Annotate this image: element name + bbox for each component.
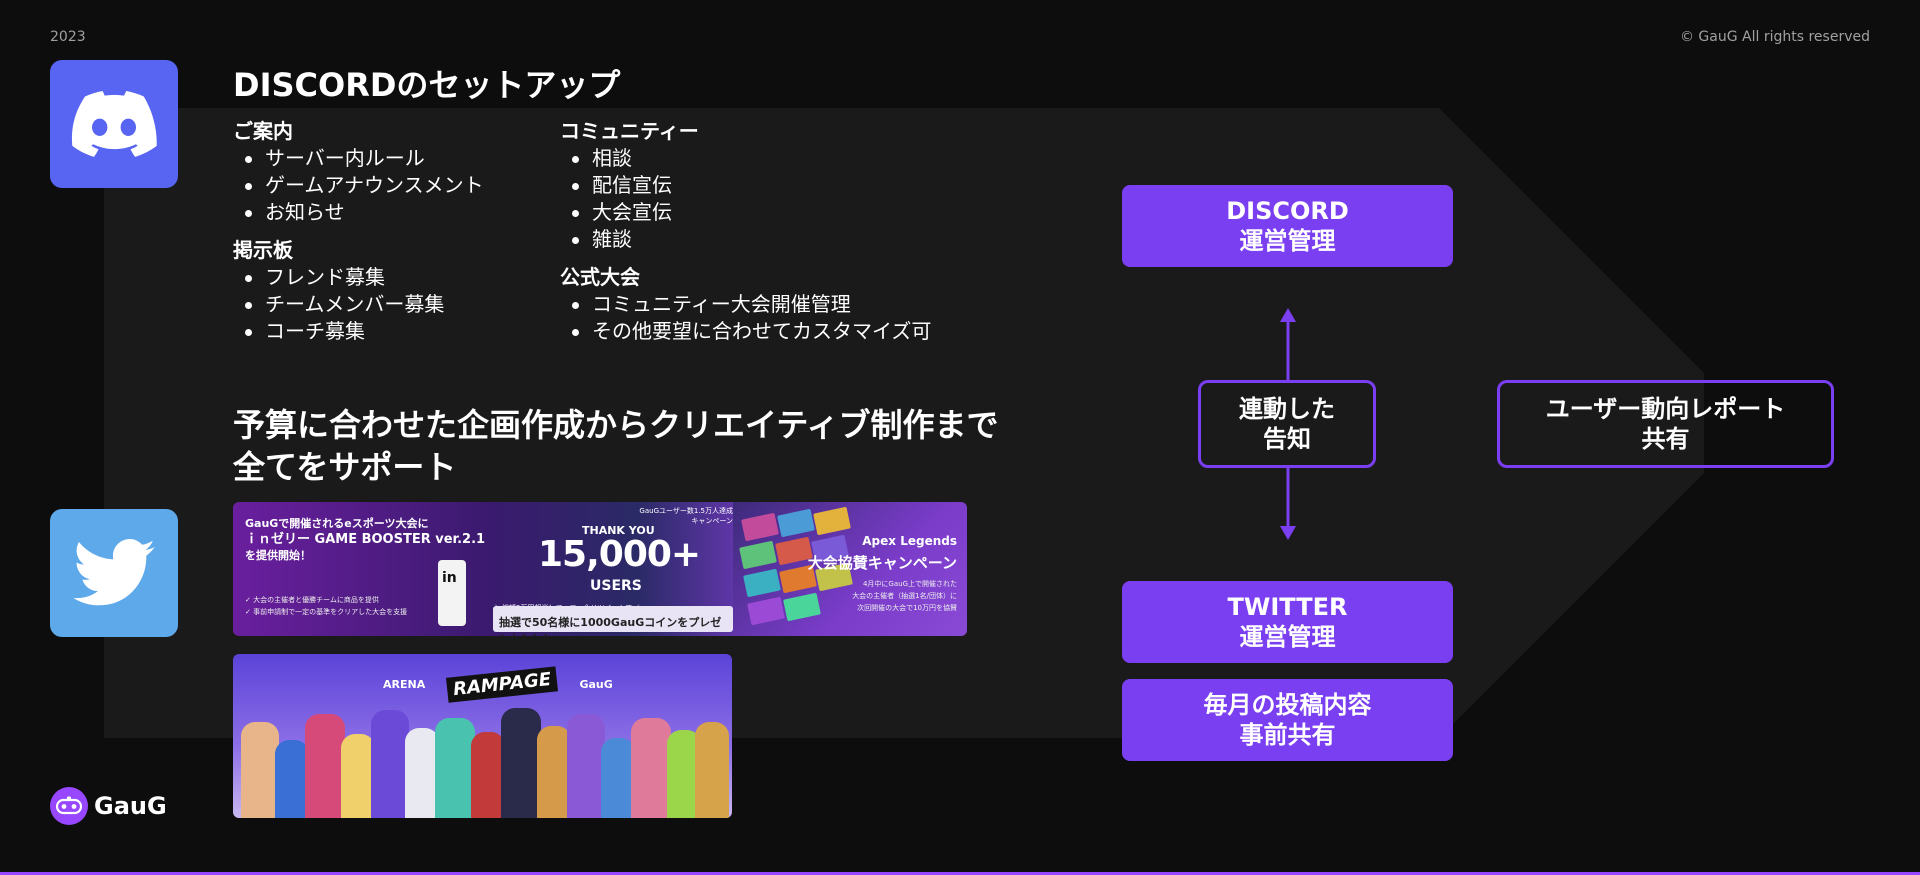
list-item: その他要望に合わせてカスタマイズ可	[560, 318, 931, 345]
list-item: チームメンバー募集	[233, 291, 484, 318]
character-lineup-image	[233, 698, 732, 818]
banner-checklist: ✓ 大会の主催者と優勝チームに商品を提供 ✓ 事前申請制で一定の基準をクリアした…	[245, 594, 407, 618]
controller-icon	[56, 796, 82, 815]
arrow-down-icon	[1280, 526, 1296, 540]
setup-column-right: コミュニティー 相談 配信宣伝 大会宣伝 雑談 公式大会 コミュニティー大会開催…	[560, 118, 931, 356]
banner-campaign-label: GauGユーザー数1.5万人達成 キャンペーン	[639, 507, 733, 525]
monthly-post-box: 毎月の投稿内容 事前共有	[1122, 679, 1453, 761]
list-item: 相談	[560, 145, 931, 172]
copyright-label: © GauG All rights reserved	[1679, 29, 1870, 45]
year-label: 2023	[50, 29, 86, 45]
banner-logos: ARENA RAMPAGE GauG	[383, 666, 613, 703]
list-item: 大会宣伝	[560, 199, 931, 226]
section-heading-guide: ご案内	[233, 119, 293, 143]
gaug-brand: GauG	[50, 787, 167, 825]
banner-line: ｉｎゼリー GAME BOOSTER ver.2.1	[245, 532, 486, 547]
jelly-label: in	[442, 570, 457, 586]
apex-note: 4月中にGauG上で開催された 大会の主催者（抽選1名/団体）に 次回開催の大会…	[852, 580, 957, 612]
banner-promo-text: 抽選で50名様に1000GauGコインをプレゼント！！！	[493, 606, 733, 636]
banner-check-item: ✓ 大会の主催者と優勝チームに商品を提供	[245, 596, 379, 604]
list-item: コーチ募集	[233, 318, 484, 345]
list-item: 雑談	[560, 226, 931, 253]
gaug-logo-icon	[50, 787, 88, 825]
section-heading-community: コミュニティー	[560, 119, 699, 143]
banner-check-item: ✓ 事前申請制で一定の基準をクリアした大会を支援	[245, 608, 408, 616]
list-item: サーバー内ルール	[233, 145, 484, 172]
list-item: 配信宣伝	[560, 172, 931, 199]
banner-jelly-text: GauGで開催されるeスポーツ大会に ｉｎゼリー GAME BOOSTER ve…	[245, 516, 485, 564]
list-item: ゲームアナウンスメント	[233, 172, 484, 199]
banner-users-label: USERS	[590, 578, 642, 594]
support-text: 予算に合わせた企画作成からクリエイティブ制作まで 全てをサポート	[233, 406, 999, 486]
section-heading-board: 掲示板	[233, 238, 293, 262]
rampage-banner: ARENA RAMPAGE GauG	[233, 654, 732, 818]
discord-logo-icon	[50, 60, 178, 188]
setup-column-left: ご案内 サーバー内ルール ゲームアナウンスメント お知らせ 掲示板 フレンド募集…	[233, 118, 484, 356]
jelly-pack-image: in	[438, 560, 466, 626]
arena-logo: ARENA	[383, 678, 426, 691]
support-heading: 予算に合わせた企画作成からクリエイティブ制作まで 全てをサポート	[233, 404, 1033, 488]
community-list: 相談 配信宣伝 大会宣伝 雑談	[560, 145, 931, 253]
page-title: DISCORDのセットアップ	[233, 66, 621, 104]
board-list: フレンド募集 チームメンバー募集 コーチ募集	[233, 264, 484, 345]
list-item: フレンド募集	[233, 264, 484, 291]
linked-announcement-box: 連動した 告知	[1198, 380, 1376, 468]
brand-name: GauG	[94, 792, 167, 820]
apex-subtitle: 大会協賛キャンペーン	[807, 554, 957, 572]
campaign-banner: GauGで開催されるeスポーツ大会に ｉｎゼリー GAME BOOSTER ve…	[233, 502, 967, 636]
twitter-logo-icon	[50, 509, 178, 637]
guide-list: サーバー内ルール ゲームアナウンスメント お知らせ	[233, 145, 484, 226]
list-item: コミュニティー大会開催管理	[560, 291, 931, 318]
discord-glyph-icon	[71, 91, 157, 157]
apex-title: Apex Legends	[862, 534, 957, 548]
tournament-list: コミュニティー大会開催管理 その他要望に合わせてカスタマイズ可	[560, 291, 931, 345]
gaug-banner-logo: GauG	[579, 678, 613, 691]
banner-user-count: 15,000+	[538, 534, 701, 575]
twitter-bird-icon	[73, 539, 155, 606]
user-report-box: ユーザー動向レポート 共有	[1497, 380, 1834, 468]
section-heading-tournament: 公式大会	[560, 265, 640, 289]
arrow-up-icon	[1280, 308, 1296, 322]
list-item: お知らせ	[233, 199, 484, 226]
twitter-management-box: TWITTER 運営管理	[1122, 581, 1453, 663]
banner-line: GauGで開催されるeスポーツ大会に	[245, 517, 429, 530]
apex-campaign-panel: Apex Legends 大会協賛キャンペーン 4月中にGauG上で開催された …	[733, 502, 967, 636]
discord-management-box: DISCORD 運営管理	[1122, 185, 1453, 267]
